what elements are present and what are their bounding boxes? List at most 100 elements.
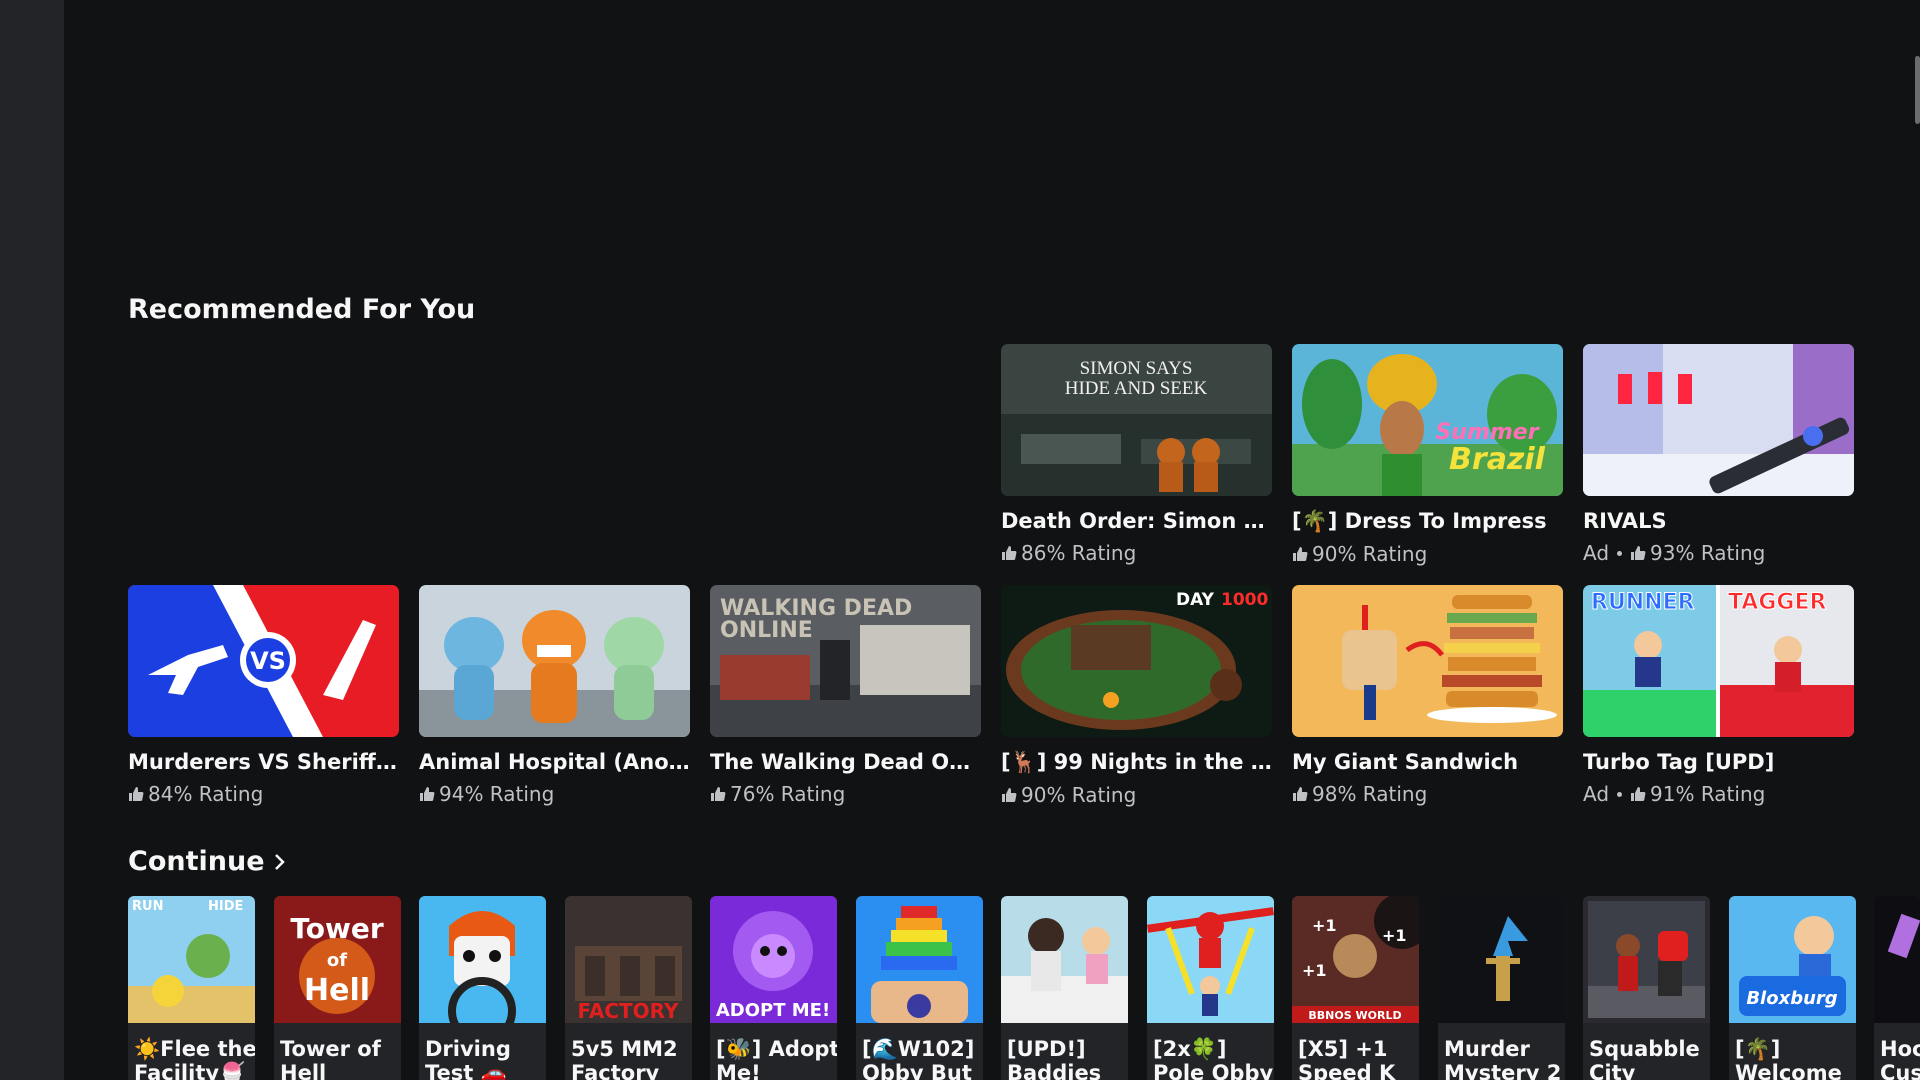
thumbs-up-icon xyxy=(420,787,435,801)
svg-text:Bloxburg: Bloxburg xyxy=(1746,988,1837,1009)
left-nav-rail xyxy=(0,0,64,1080)
recommended-section-title: Recommended For You xyxy=(128,294,476,325)
game-tile-murderers-vs-sheriffs[interactable]: VS Murderers VS Sheriffs ... 84% Rating xyxy=(128,585,399,806)
game-title: Animal Hospital (Anom... xyxy=(419,750,690,774)
game-thumbnail xyxy=(1583,896,1710,1023)
svg-text:SIMON SAYS: SIMON SAYS xyxy=(1080,358,1193,379)
game-title: Hoc Cus xyxy=(1880,1037,1920,1080)
game-thumbnail: +1 +1 +1 BBNOS WORLD xyxy=(1292,896,1419,1023)
game-title: [X5] +1 Speed K xyxy=(1298,1037,1396,1080)
continue-tile-murder-mystery-2[interactable]: Murder Mystery 2 xyxy=(1438,896,1565,1080)
svg-text:1000: 1000 xyxy=(1221,590,1268,610)
game-rating: 98% Rating xyxy=(1292,782,1563,806)
continue-tile-obby-but[interactable]: [🌊W102] Obby But xyxy=(856,896,983,1080)
game-title: My Giant Sandwich xyxy=(1292,750,1519,774)
game-thumbnail: RUN HIDE xyxy=(128,896,255,1023)
page-scrollbar[interactable] xyxy=(1915,56,1920,124)
game-tile-dress-to-impress[interactable]: Summer Brazil [🌴] Dress To Impress 90% R… xyxy=(1292,344,1563,566)
thumbs-up-icon xyxy=(1293,547,1308,561)
game-title: Death Order: Simon Says xyxy=(1001,509,1272,533)
game-title: 5v5 MM2 Factory xyxy=(571,1037,678,1080)
continue-tile-partial[interactable]: Hoc Cus xyxy=(1874,896,1920,1080)
game-thumbnail xyxy=(1874,896,1920,1023)
thumbs-up-icon xyxy=(1631,546,1646,560)
game-title: Squabble City xyxy=(1589,1037,1700,1080)
game-rating: Ad 93% Rating xyxy=(1583,541,1766,565)
game-thumbnail xyxy=(1292,585,1563,737)
game-title: [2x🍀] Pole Obby xyxy=(1153,1037,1274,1080)
game-rating: 94% Rating xyxy=(419,782,690,806)
continue-tile-squabble-city[interactable]: Squabble City xyxy=(1583,896,1710,1080)
game-thumbnail xyxy=(1583,344,1854,496)
game-title: Turbo Tag [UPD] xyxy=(1583,750,1775,774)
svg-text:TAGGER: TAGGER xyxy=(1728,590,1826,615)
separator-dot xyxy=(1617,791,1623,797)
game-title: ☀️Flee the Facility🍧 xyxy=(134,1037,255,1080)
game-title: [🌴] Welcome xyxy=(1735,1037,1842,1080)
svg-text:BBNOS WORLD: BBNOS WORLD xyxy=(1308,1009,1401,1022)
continue-tile-tower-of-hell[interactable]: Tower of Hell Tower of Hell xyxy=(274,896,401,1080)
game-thumbnail xyxy=(1001,896,1128,1023)
svg-text:ONLINE: ONLINE xyxy=(720,618,813,643)
svg-text:HIDE AND SEEK: HIDE AND SEEK xyxy=(1065,378,1208,399)
game-rating: 76% Rating xyxy=(710,782,981,806)
game-rating: 90% Rating xyxy=(1001,783,1272,807)
game-thumbnail: Tower of Hell xyxy=(274,896,401,1023)
game-thumbnail: VS xyxy=(128,585,399,737)
game-thumbnail: WALKING DEAD ONLINE xyxy=(710,585,981,737)
continue-tile-5v5-mm2-factory[interactable]: FACTORY 5v5 MM2 Factory xyxy=(565,896,692,1080)
game-tile-death-order[interactable]: SIMON SAYS HIDE AND SEEK Death Order: Si… xyxy=(1001,344,1272,565)
game-tile-animal-hospital[interactable]: Animal Hospital (Anom... 94% Rating xyxy=(419,585,690,806)
game-title: The Walking Dead Onlin... xyxy=(710,750,981,774)
game-tile-turbo-tag[interactable]: RUNNER TAGGER Turbo Tag [UPD] Ad 91% Rat… xyxy=(1583,585,1854,806)
game-title: RIVALS xyxy=(1583,509,1667,533)
continue-tile-speed-k[interactable]: +1 +1 +1 BBNOS WORLD [X5] +1 Speed K xyxy=(1292,896,1419,1080)
thumbs-up-icon xyxy=(129,787,144,801)
svg-text:Tower: Tower xyxy=(290,912,383,945)
game-rating: Ad 91% Rating xyxy=(1583,782,1766,806)
game-thumbnail xyxy=(419,896,546,1023)
ad-label: Ad xyxy=(1583,541,1610,565)
continue-tile-driving-test[interactable]: Driving Test 🚗 xyxy=(419,896,546,1080)
game-title: [UPD!] Baddies xyxy=(1007,1037,1102,1080)
thumbs-up-icon xyxy=(1631,787,1646,801)
game-title: [🌊W102] Obby But xyxy=(862,1037,975,1080)
svg-text:ADOPT ME!: ADOPT ME! xyxy=(716,1000,830,1021)
thumbs-up-icon xyxy=(1002,546,1017,560)
game-thumbnail xyxy=(1438,896,1565,1023)
separator-dot xyxy=(1617,550,1623,556)
game-rating: 90% Rating xyxy=(1292,542,1563,566)
continue-tile-flee-the-facility[interactable]: RUN HIDE ☀️Flee the Facility🍧 xyxy=(128,896,255,1080)
game-thumbnail xyxy=(856,896,983,1023)
svg-text:+1: +1 xyxy=(1312,916,1337,935)
game-thumbnail: DAY 1000 xyxy=(1001,585,1272,737)
svg-text:VS: VS xyxy=(250,647,286,675)
game-title: [🌴] Dress To Impress xyxy=(1292,509,1547,533)
game-title: Murder Mystery 2 xyxy=(1444,1037,1562,1080)
game-tile-walking-dead[interactable]: WALKING DEAD ONLINE The Walking Dead Onl… xyxy=(710,585,981,806)
game-thumbnail: ADOPT ME! xyxy=(710,896,837,1023)
game-thumbnail: Bloxburg xyxy=(1729,896,1856,1023)
continue-tile-baddies[interactable]: [UPD!] Baddies xyxy=(1001,896,1128,1080)
continue-tile-welcome-to-bloxburg[interactable]: Bloxburg [🌴] Welcome xyxy=(1729,896,1856,1080)
svg-text:+1: +1 xyxy=(1302,961,1327,980)
game-thumbnail xyxy=(419,585,690,737)
continue-tile-pole-obby[interactable]: [2x🍀] Pole Obby xyxy=(1147,896,1274,1080)
thumbs-up-icon xyxy=(1293,787,1308,801)
continue-section-title[interactable]: Continue xyxy=(128,846,287,877)
game-title: Driving Test 🚗 xyxy=(425,1037,511,1080)
game-title: Tower of Hell xyxy=(280,1037,381,1080)
game-title: Murderers VS Sheriffs ... xyxy=(128,750,399,774)
game-tile-rivals[interactable]: RIVALS Ad 93% Rating xyxy=(1583,344,1854,565)
svg-text:Brazil: Brazil xyxy=(1449,442,1546,477)
svg-text:DAY: DAY xyxy=(1176,590,1215,610)
svg-text:+1: +1 xyxy=(1382,926,1407,945)
continue-tile-adopt-me[interactable]: ADOPT ME! [🐝] Adopt Me! xyxy=(710,896,837,1080)
game-thumbnail: FACTORY xyxy=(565,896,692,1023)
svg-text:Hell: Hell xyxy=(304,973,370,1008)
game-thumbnail xyxy=(1147,896,1274,1023)
game-tile-my-giant-sandwich[interactable]: My Giant Sandwich 98% Rating xyxy=(1292,585,1563,806)
game-tile-99-nights[interactable]: DAY 1000 [🦌] 99 Nights in the Fo... 90% … xyxy=(1001,585,1272,807)
svg-text:HIDE: HIDE xyxy=(208,899,243,914)
game-thumbnail: RUNNER TAGGER xyxy=(1583,585,1854,737)
